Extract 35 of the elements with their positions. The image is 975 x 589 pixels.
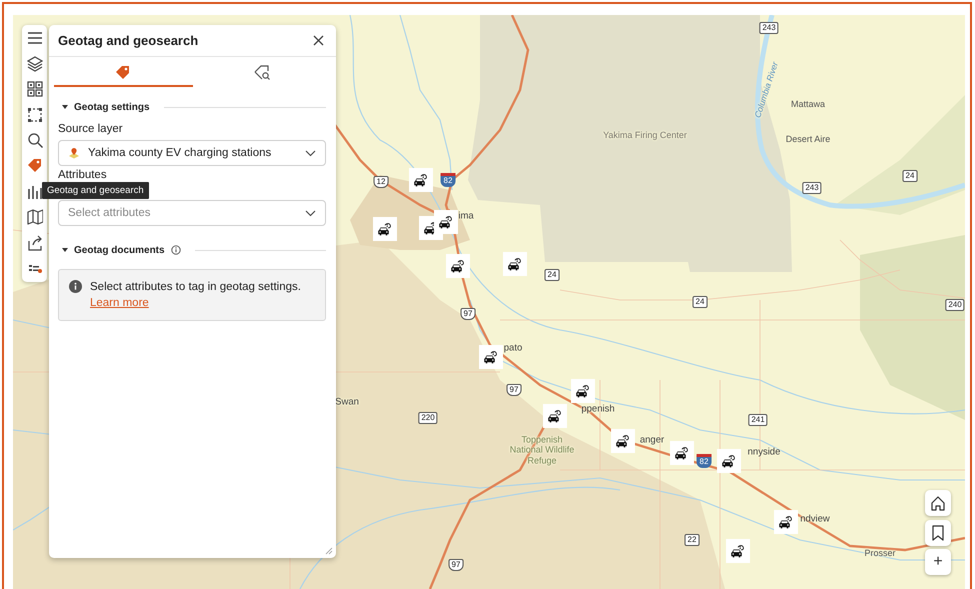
route-shield: 24 bbox=[544, 269, 560, 281]
map-label: nnyside bbox=[748, 448, 780, 458]
route-shield: 12 bbox=[374, 176, 388, 188]
learn-more-link[interactable]: Learn more bbox=[90, 297, 149, 310]
map-label: Desert Aire bbox=[786, 134, 830, 144]
field-label: Source layer bbox=[58, 123, 124, 136]
map-label: Swan bbox=[335, 398, 359, 408]
info-message: Select attributes to tag in geotag settings. Learn more bbox=[90, 280, 301, 312]
field-label: Attributes bbox=[58, 169, 108, 182]
route-shield: 240 bbox=[945, 299, 965, 311]
map-label: Prosser bbox=[864, 548, 896, 558]
route-shield: 243 bbox=[759, 22, 779, 34]
route-shield: 220 bbox=[418, 412, 438, 424]
route-shield: 22 bbox=[684, 534, 700, 546]
dropdown-field[interactable]: Yakima county EV charging stations bbox=[58, 140, 326, 166]
route-shield: 24 bbox=[902, 170, 918, 182]
tooltip: Geotag and geosearch bbox=[42, 182, 149, 199]
route-shield: 241 bbox=[748, 414, 768, 426]
route-shield: 243 bbox=[802, 182, 822, 194]
map-label: Mattawa bbox=[791, 98, 825, 110]
map-label: ima bbox=[458, 212, 474, 222]
zoom-in-button[interactable]: + bbox=[925, 549, 951, 575]
route-shield: 82 bbox=[440, 173, 456, 187]
section-header[interactable]: Geotag settings bbox=[74, 102, 150, 112]
route-shield: 24 bbox=[692, 296, 708, 308]
map-label: Yakima Firing Center bbox=[602, 130, 688, 140]
route-shield: 97 bbox=[506, 384, 522, 396]
route-shield: 97 bbox=[460, 308, 476, 320]
section-header[interactable]: Geotag documents bbox=[74, 244, 165, 256]
map-label: anger bbox=[640, 436, 664, 446]
map-label: pato bbox=[504, 344, 522, 354]
route-shield: 82 bbox=[696, 454, 712, 468]
route-shield: 97 bbox=[448, 559, 464, 571]
dropdown-field[interactable]: Select attributes bbox=[58, 200, 326, 226]
panel-title: Geotag and geosearch bbox=[58, 33, 198, 48]
